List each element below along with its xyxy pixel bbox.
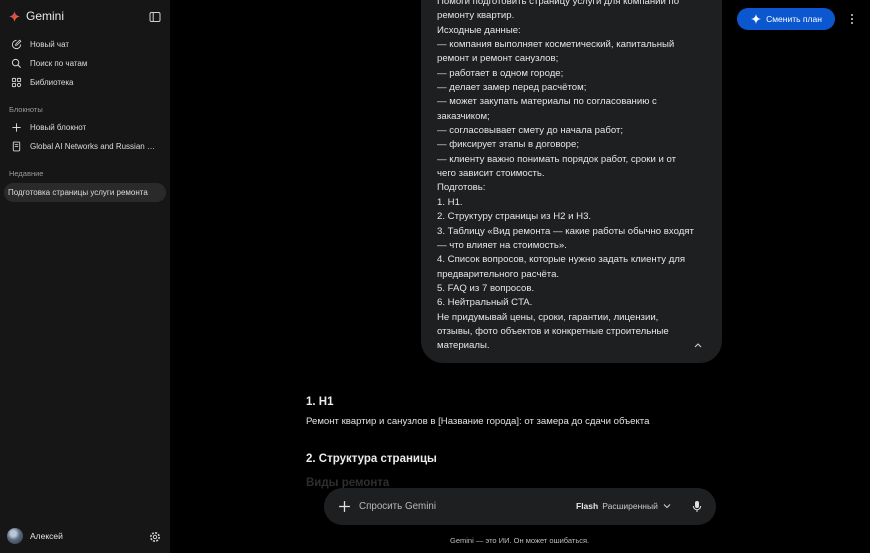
library-icon [11,77,22,88]
user-prompt-bubble: Помоги подготовить страницу услуги для к… [421,0,722,363]
search-icon [11,58,22,69]
sidebar-item-label: Новый чат [30,40,70,49]
collapse-prompt-chevron-up-icon[interactable] [690,337,706,353]
prompt-line: Помоги подготовить страницу услуги для к… [437,0,680,7]
response-heading-h1: 1. H1 [306,396,334,408]
prompt-line: заказчиком; [437,110,490,122]
upgrade-plan-button[interactable]: Сменить план [737,8,835,30]
prompt-line: 1. H1. [437,196,463,208]
sidebar-item-label: Global AI Networks and Russian E... [30,142,158,151]
response-paragraph: Ремонт квартир и санузлов в [Название го… [306,416,650,427]
prompt-line: — что влияет на стоимость». [437,239,567,251]
model-selector[interactable]: Flash Расширенный [576,500,673,511]
prompt-line: — работает в одном городе; [437,67,564,79]
prompt-line: — компания выполняет косметический, капи… [437,39,675,51]
prompt-line: — делает замер перед расчётом; [437,82,587,94]
prompt-line: Подготовь: [437,182,486,194]
prompt-line: Исходные данные: [437,24,521,36]
model-name: Flash [576,500,599,511]
app-title: Gemini [26,9,65,23]
prompt-line: — согласовывает смету до начала работ; [437,125,624,137]
account-button[interactable]: Алексей [7,528,63,544]
brand[interactable]: Gemini [9,9,64,23]
add-attachment-plus-icon[interactable] [338,500,351,513]
prompt-input-bar[interactable]: Спросить Gemini Flash Расширенный [324,488,716,525]
notebooks-section-title: Блокноты [9,105,43,114]
sidebar-item-library[interactable]: Библиотека [6,73,164,92]
plus-icon [11,122,22,133]
sidebar-item-label: Поиск по чатам [30,59,88,68]
sidebar-toggle-icon[interactable] [149,10,161,22]
prompt-line: чего зависит стоимость. [437,168,545,180]
sidebar-item-recent-chat[interactable]: Подготовка страницы услуги ремонта [4,183,166,202]
prompt-line: — фиксирует этапы в договоре; [437,139,580,151]
prompt-line: ремонту квартир. [437,10,515,22]
sidebar-item-label: Новый блокнот [30,123,87,132]
prompt-line: материалы. [437,340,490,352]
prompt-line: Не придумывай цены, сроки, гарантии, лиц… [437,311,659,323]
notebook-icon [11,141,22,152]
prompt-line: 6. Нейтральный CTA. [437,297,533,309]
response-heading-structure: 2. Структура страницы [306,453,437,465]
sidebar-item-label: Подготовка страницы услуги ремонта [8,188,148,197]
prompt-line: 2. Структуру страницы из H2 и H3. [437,211,592,223]
gemini-logo-icon [9,10,20,22]
recent-section-title: Недавние [9,169,44,178]
sidebar-item-notebook[interactable]: Global AI Networks and Russian E... [6,137,164,156]
prompt-line: 3. Таблицу «Вид ремонта — какие работы о… [437,225,694,237]
prompt-line: 5. FAQ из 7 вопросов. [437,282,535,294]
disclaimer-text: Gemini — это ИИ. Он может ошибаться. [450,536,590,545]
upgrade-plan-label: Сменить план [766,14,822,24]
prompt-line: отзывы, фото объектов и конкретные строи… [437,325,669,337]
sparkle-icon [750,14,761,25]
prompt-line: 4. Список вопросов, которые нужно задать… [437,254,686,266]
sidebar-item-search-chats[interactable]: Поиск по чатам [6,54,164,73]
prompt-input[interactable]: Спросить Gemini [359,501,436,512]
more-options-icon[interactable] [846,11,858,27]
chevron-down-icon [662,500,673,511]
microphone-icon[interactable] [691,500,703,513]
sidebar-item-label: Библиотека [30,78,74,87]
sidebar: Gemini Новый чат Поиск по чатам Библиоте… [0,0,170,553]
prompt-line: — клиенту важно понимать порядок работ, … [437,153,677,165]
sidebar-item-new-chat[interactable]: Новый чат [6,35,164,54]
edit-icon [11,39,22,50]
model-mode: Расширенный [602,500,658,511]
prompt-line: — может закупать материалы по согласован… [437,96,657,108]
user-name: Алексей [30,531,63,541]
prompt-line: предварительного расчёта. [437,268,560,280]
prompt-line: ремонт и ремонт санузлов; [437,53,559,65]
avatar [7,528,23,544]
settings-gear-icon[interactable] [149,530,161,542]
sidebar-item-new-notebook[interactable]: Новый блокнот [6,118,164,137]
